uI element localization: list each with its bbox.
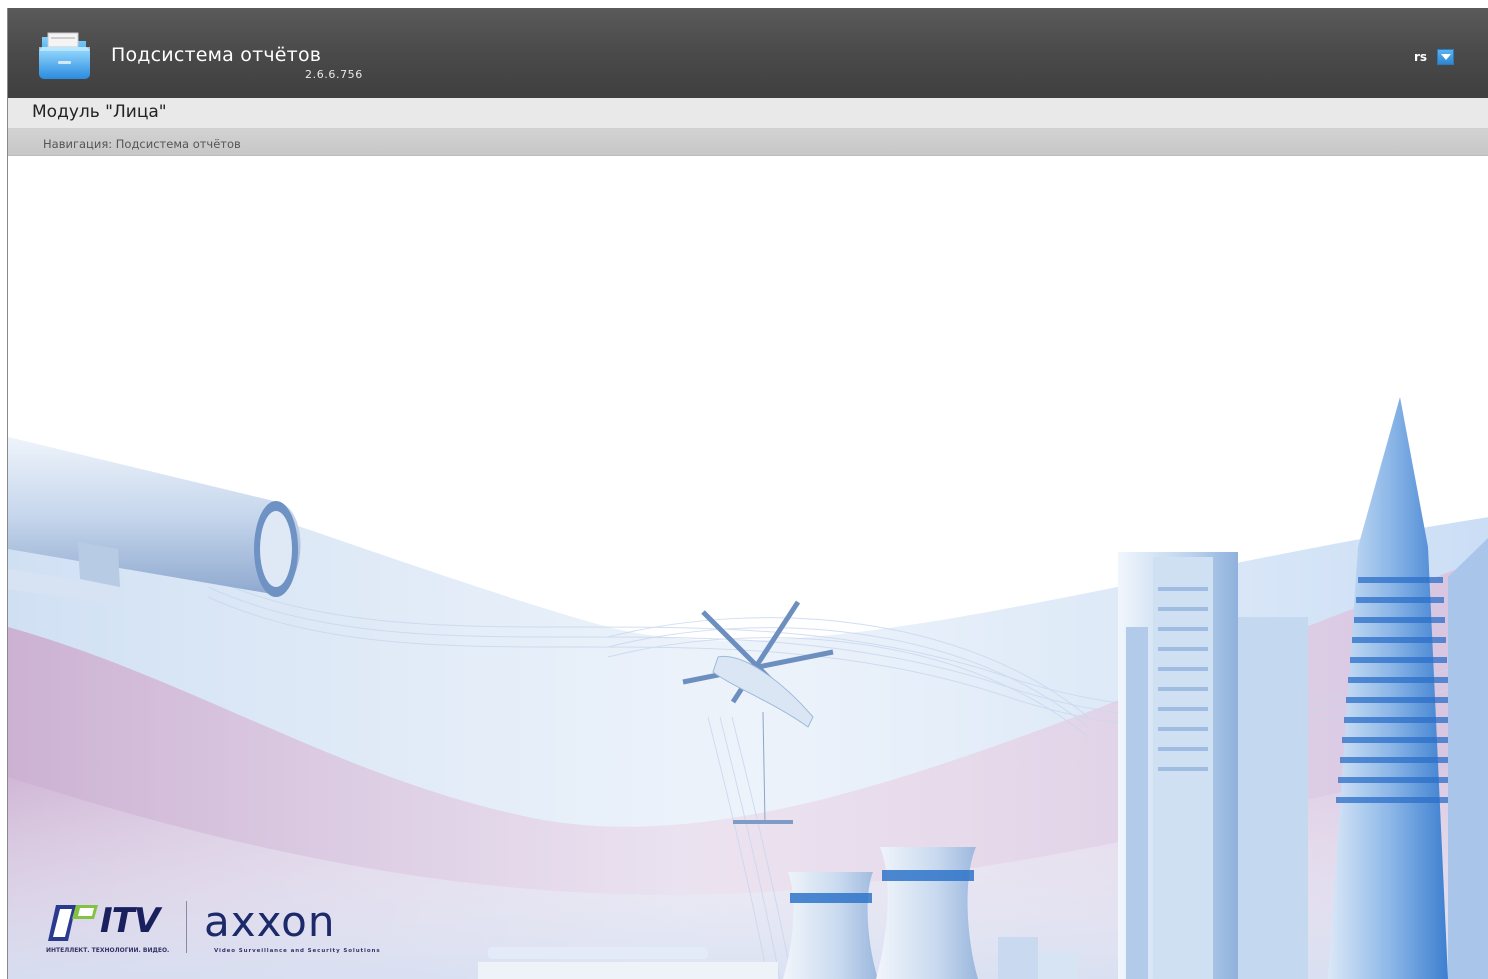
splash-illustration [8,157,1488,979]
app-header: Подсистема отчётов 2.6.6.756 rs [8,8,1488,98]
breadcrumb: Навигация: Подсистема отчётов [8,129,1488,156]
axxon-logo-text: axxon [204,897,336,946]
logo-divider [186,901,187,953]
itv-logo-text: ITV [100,901,160,941]
app-title: Подсистема отчётов [111,44,322,66]
brand-logos: ITV ИНТЕЛЛЕКТ. ТЕХНОЛОГИИ. ВИДЕО. axxon … [46,893,406,963]
axxon-logo-subtitle: Video Surveillance and Security Solution… [214,948,381,954]
itv-logo-subtitle: ИНТЕЛЛЕКТ. ТЕХНОЛОГИИ. ВИДЕО. [46,947,170,954]
app-window: Подсистема отчётов 2.6.6.756 rs Модуль "… [7,8,1488,979]
module-bar: Модуль "Лица" [8,98,1488,129]
user-name[interactable]: rs [1414,50,1427,64]
user-menu[interactable]: rs [1414,49,1454,65]
folder-icon [38,31,91,81]
itv-logo: ITV ИНТЕЛЛЕКТ. ТЕХНОЛОГИИ. ВИДЕО. [46,897,176,959]
page-title: Модуль "Лица" [32,102,167,122]
chevron-down-icon[interactable] [1437,49,1454,65]
breadcrumb-text[interactable]: Навигация: Подсистема отчётов [43,137,241,151]
app-version: 2.6.6.756 [305,68,363,81]
